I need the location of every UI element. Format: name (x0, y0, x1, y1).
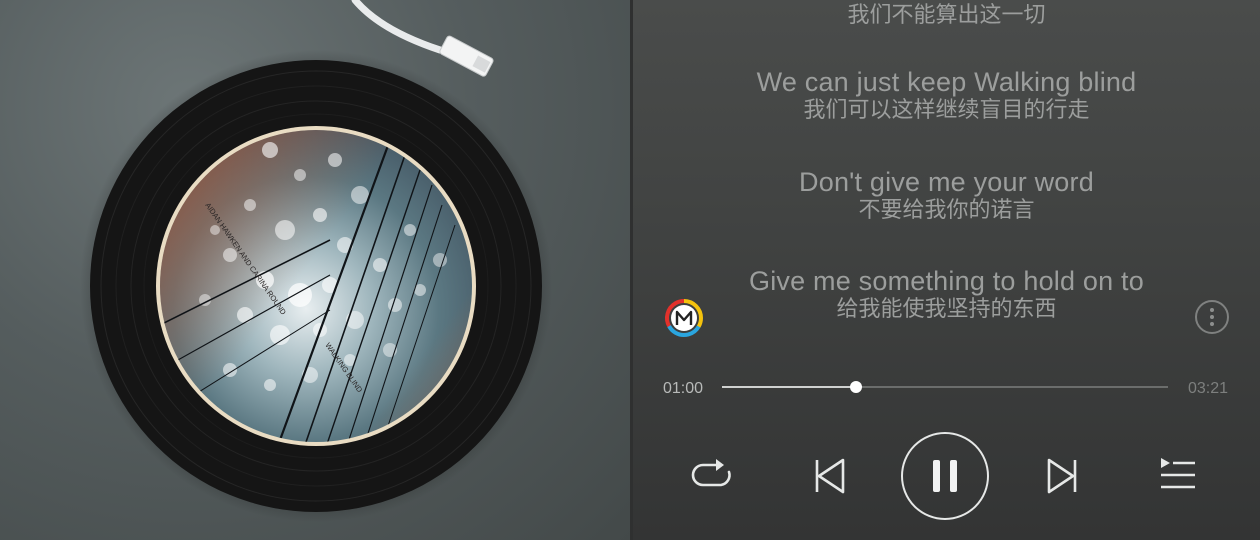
lyric-en: Give me something to hold on to (749, 266, 1144, 296)
progress-bar[interactable] (722, 381, 1168, 393)
next-button[interactable] (1043, 456, 1083, 496)
lyric-line-3: Don't give me your word 不要给我你的诺言 (633, 167, 1260, 225)
lyric-line-2: We can just keep Walking blind 我们可以这样继续盲… (633, 67, 1260, 125)
lyric-zh: 不要给我你的诺言 (858, 198, 1035, 223)
repeat-button[interactable] (689, 456, 735, 496)
skip-previous-icon (815, 458, 845, 494)
lyric-zh: 我们不能算出这一切 (847, 3, 1046, 28)
lyric-en: We can just keep Walking blind (756, 67, 1137, 97)
turntable: AIDAN HAWKEN AND CARINA ROUND WALKING BL… (80, 0, 552, 522)
lyric-zh: 我们可以这样继续盲目的行走 (803, 98, 1090, 123)
lyric-line-1: 我们不能算出这一切 (633, 0, 1260, 30)
lyrics-player-panel: 我们不能算出这一切 We can just keep Walking blind… (633, 0, 1260, 540)
progress-fill (722, 386, 856, 388)
lyric-line-4: Give me something to hold on to 给我能使我坚持的… (633, 266, 1260, 324)
pause-button[interactable] (901, 432, 989, 520)
previous-button[interactable] (809, 456, 849, 496)
lyric-zh: 给我能使我坚持的东西 (836, 297, 1057, 322)
skip-next-icon (1047, 458, 1077, 494)
app-logo-m-icon[interactable] (663, 297, 705, 339)
more-vertical-icon (1210, 308, 1214, 312)
more-options-button[interactable] (1195, 300, 1229, 334)
pause-icon (933, 460, 957, 492)
playlist-icon (1161, 458, 1195, 489)
progress-thumb[interactable] (849, 381, 862, 393)
total-time: 03:21 (1188, 380, 1229, 397)
lyric-en: Don't give me your word (799, 167, 1094, 197)
current-time: 01:00 (663, 380, 704, 397)
repeat-icon (691, 459, 731, 487)
album-art-panel: AIDAN HAWKEN AND CARINA ROUND WALKING BL… (0, 0, 630, 540)
playlist-button[interactable] (1157, 456, 1199, 496)
